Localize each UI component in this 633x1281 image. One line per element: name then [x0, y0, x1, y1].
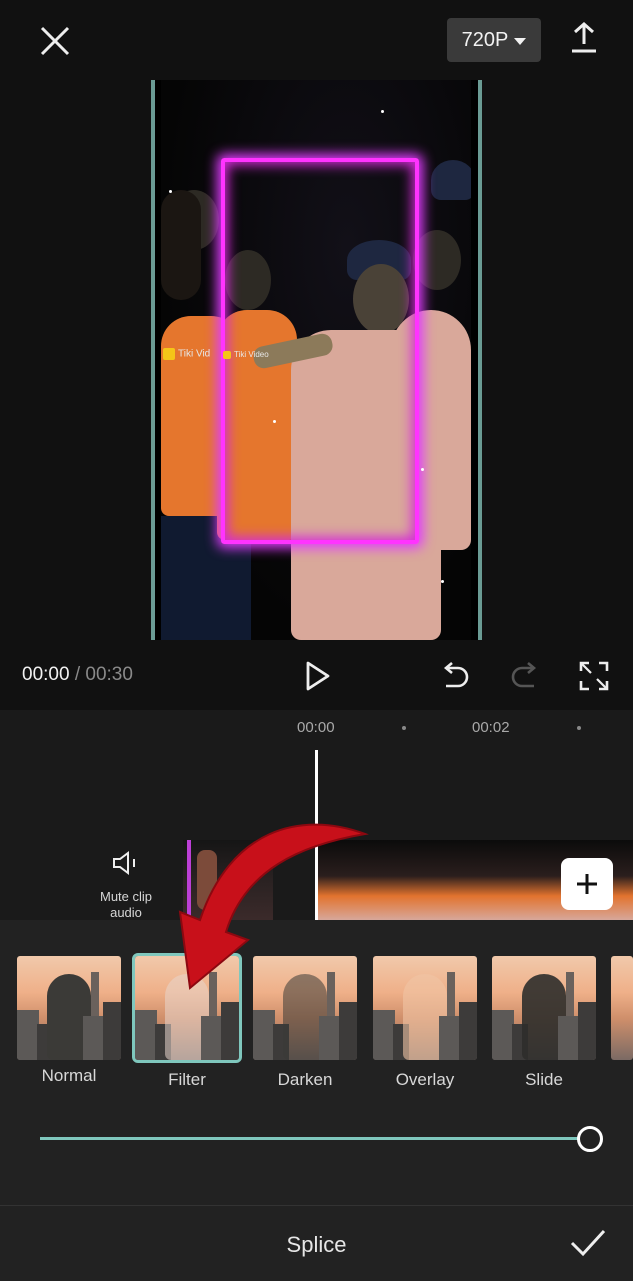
- preview-frame-image: Tiki Vid Tiki Video: [161, 80, 471, 640]
- clip-thumbnail: [318, 840, 377, 920]
- blend-mode-label: Slide: [525, 1070, 563, 1089]
- timeline-tick: 00:02: [472, 719, 510, 736]
- timeline-tick: 00:00: [297, 719, 335, 736]
- blend-mode-slide[interactable]: [492, 956, 596, 1060]
- total-time: 00:30: [85, 664, 133, 685]
- opacity-slider-handle[interactable]: [577, 1126, 603, 1152]
- opacity-slider-track[interactable]: [40, 1137, 590, 1140]
- close-button[interactable]: [34, 20, 76, 62]
- upload-icon: [572, 21, 596, 53]
- tiki-logo-icon: [163, 348, 175, 360]
- clip-thumbnail: [434, 840, 493, 920]
- blend-mode-label: Normal: [41, 1066, 97, 1085]
- fullscreen-button[interactable]: [578, 660, 610, 692]
- time-display: 00:00 / 00:30: [22, 664, 133, 685]
- blend-mode-label: Filter: [168, 1070, 206, 1089]
- speaker-icon: [113, 851, 135, 875]
- tiki-logo-icon: [223, 350, 231, 359]
- resolution-label: 720P: [461, 28, 509, 51]
- mute-clip-audio-label: Mute clip audio: [99, 889, 153, 920]
- redo-button[interactable]: [508, 660, 542, 692]
- blend-mode-overlay[interactable]: [373, 956, 477, 1060]
- clip-thumbnail: [376, 840, 435, 920]
- add-clip-button[interactable]: [561, 858, 613, 910]
- current-time: 00:00: [22, 664, 70, 685]
- clip-thumbnail: [492, 840, 551, 920]
- timeline-tick-dot: [577, 726, 581, 730]
- blend-mode-label: Darken: [277, 1070, 333, 1089]
- blend-mode-normal[interactable]: [17, 956, 121, 1060]
- blend-mode-darken[interactable]: [253, 956, 357, 1060]
- preview-border-right: [478, 80, 482, 640]
- undo-icon: [443, 662, 469, 688]
- watermark-right: Tiki Video: [223, 350, 269, 359]
- preview-border-left: [151, 80, 155, 640]
- fullscreen-icon: [579, 661, 609, 691]
- close-icon: [40, 26, 70, 56]
- export-button[interactable]: [566, 20, 602, 56]
- panel-title: Splice: [286, 1232, 347, 1257]
- resolution-dropdown[interactable]: 720P: [447, 18, 541, 62]
- blend-mode-label: Overlay: [395, 1070, 455, 1089]
- blend-mode-panel: Normal Filter Darken Overlay Slide: [0, 920, 633, 1205]
- watermark-left: Tiki Vid: [163, 348, 210, 360]
- caret-down-icon: [514, 37, 527, 45]
- blend-mode-more[interactable]: [611, 956, 633, 1060]
- play-icon: [306, 661, 330, 691]
- cover-clip[interactable]: over: [183, 840, 273, 920]
- check-icon: [570, 1229, 606, 1257]
- play-button[interactable]: [300, 658, 336, 694]
- timeline[interactable]: 00:00 00:02 Mute clip audio over: [0, 710, 633, 920]
- blend-mode-filter[interactable]: [132, 953, 242, 1063]
- plus-icon: [577, 874, 597, 894]
- undo-button[interactable]: [438, 660, 472, 692]
- confirm-button[interactable]: [568, 1226, 608, 1260]
- redo-icon: [511, 662, 537, 688]
- cover-label: over: [213, 888, 245, 905]
- video-preview[interactable]: Tiki Vid Tiki Video: [151, 80, 482, 640]
- timeline-tick-dot: [402, 726, 406, 730]
- mute-clip-audio-button[interactable]: Mute clip audio: [86, 850, 166, 920]
